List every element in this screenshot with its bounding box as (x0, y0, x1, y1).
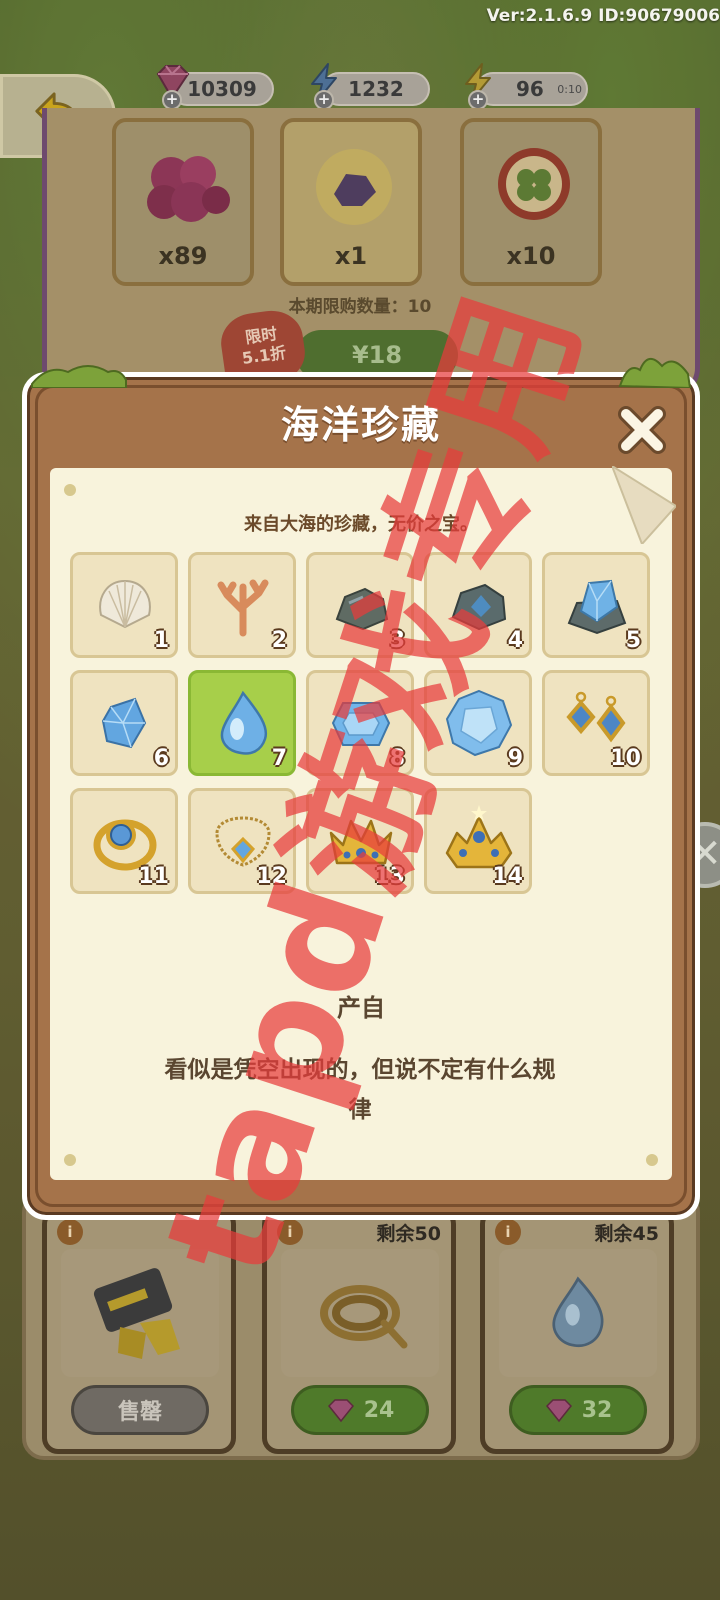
item-number: 8 (389, 746, 405, 771)
grass-decoration-icon (31, 365, 127, 388)
shop-item-qty: x10 (506, 242, 556, 270)
buy-rope-button[interactable]: 24 (291, 1385, 429, 1435)
item-number: 11 (138, 864, 169, 889)
item-number: 1 (153, 628, 169, 653)
gems-counter[interactable]: + 10309 (156, 65, 274, 110)
small-gem-icon (101, 697, 147, 749)
blue-ore-icon (451, 583, 507, 631)
sold-out-button[interactable]: 售罄 (71, 1385, 209, 1435)
pin-icon (646, 1154, 658, 1166)
item-number: 5 (625, 628, 641, 653)
collection-item-9[interactable]: 9 (424, 670, 532, 776)
collection-paper: 来自大海的珍藏，无价之宝。 1 2 3 4 5 6 7 8 9 10 11 12… (50, 466, 676, 1180)
collection-subtitle: 来自大海的珍藏，无价之宝。 (244, 514, 478, 535)
shop-item-qty: x1 (334, 242, 368, 270)
stamina-counter[interactable]: + 96 0:10 (465, 63, 588, 110)
item-number: 12 (256, 864, 287, 889)
rope-price: 24 (363, 1397, 395, 1423)
shop-card-rope: i 剩余50 24 (262, 1208, 456, 1454)
item-number: 2 (271, 628, 287, 653)
collection-item-13[interactable]: 13 (306, 788, 414, 894)
item-number: 4 (507, 628, 523, 653)
collection-item-3[interactable]: 3 (306, 552, 414, 658)
energy-counter[interactable]: + 1232 (311, 63, 430, 110)
cut-gem-icon (331, 702, 391, 746)
collection-item-7[interactable]: 7 (188, 670, 296, 776)
stamina-timer: 0:10 (557, 83, 582, 96)
collection-item-8[interactable]: 8 (306, 670, 414, 776)
gems-value: 10309 (187, 77, 257, 101)
shop-item-clover: x10 (460, 118, 602, 286)
modal-title: 海洋珍藏 (280, 403, 441, 447)
collection-item-11[interactable]: 11 (70, 788, 178, 894)
crystal-ore-icon (567, 579, 627, 635)
card-art (281, 1249, 439, 1377)
remaining-count: 剩余50 (376, 1223, 441, 1245)
collection-item-4[interactable]: 4 (424, 552, 532, 658)
source-label: 产自 (337, 994, 385, 1022)
add-energy-icon[interactable]: + (314, 90, 334, 110)
grass-decoration-icon (618, 358, 692, 388)
info-icon[interactable]: i (277, 1219, 303, 1245)
pin-icon (64, 484, 76, 496)
clover-coin-icon (498, 148, 570, 220)
gem-icon (327, 1399, 354, 1423)
item-number: 13 (374, 864, 405, 889)
collection-item-10[interactable]: 10 (542, 670, 650, 776)
sold-out-label: 售罄 (117, 1400, 162, 1425)
source-description: 看似是凭空出现的，但说不定有什么规律 (164, 1057, 556, 1123)
card-art (499, 1249, 657, 1377)
collection-item-12[interactable]: 12 (188, 788, 296, 894)
rock-icon (335, 587, 389, 631)
gem-icon (545, 1399, 572, 1423)
info-icon[interactable]: i (495, 1219, 521, 1245)
item-number: 7 (271, 746, 287, 771)
purchase-limit-text: 本期限购数量：10 (288, 297, 432, 317)
collection-item-1[interactable]: 1 (70, 552, 178, 658)
item-number: 9 (507, 746, 523, 771)
item-number: 14 (492, 864, 523, 889)
shop-item-qty: x89 (158, 242, 208, 270)
shell-icon (99, 579, 151, 629)
shop-item-rubies: x89 (112, 118, 254, 286)
water-gem-price: 32 (581, 1397, 613, 1423)
shop-card-diving-gear: i 售罄 (42, 1208, 236, 1454)
energy-value: 1232 (348, 77, 404, 101)
add-gems-icon[interactable]: + (162, 90, 182, 110)
large-diamond-icon (445, 689, 513, 757)
shop-item-ore: x1 (280, 118, 422, 286)
collection-item-2[interactable]: 2 (188, 552, 296, 658)
rope-icon (320, 1285, 408, 1349)
item-number: 6 (153, 746, 169, 771)
remaining-count: 剩余45 (594, 1223, 659, 1245)
shop-card-water-gem: i 剩余45 32 (480, 1208, 674, 1454)
ruby-cluster-icon (147, 156, 230, 222)
item-number: 3 (389, 628, 405, 653)
collection-item-14[interactable]: 14 (424, 788, 532, 894)
collection-item-6[interactable]: 6 (70, 670, 178, 776)
add-stamina-icon[interactable]: + (468, 90, 488, 110)
ocean-collection-modal: 海洋珍藏 来自大海的珍藏，无价之宝。 1 2 3 4 5 6 7 8 9 10 … (22, 358, 700, 1220)
buy-water-gem-button[interactable]: 32 (509, 1385, 647, 1435)
collection-item-5[interactable]: 5 (542, 552, 650, 658)
item-number: 10 (610, 746, 641, 771)
version-label: Ver:2.1.6.9 ID:90679006 (486, 6, 720, 26)
diving-gear-icon (93, 1268, 180, 1359)
water-drop-gem-icon (220, 690, 268, 755)
card-art (61, 1249, 219, 1377)
coral-icon (217, 579, 269, 637)
stamina-value: 96 (516, 77, 544, 101)
purple-ore-icon (316, 149, 392, 225)
pin-icon (64, 1154, 76, 1166)
close-icon[interactable] (614, 402, 670, 458)
water-drop-gem-icon (552, 1276, 604, 1348)
info-icon[interactable]: i (57, 1219, 83, 1245)
